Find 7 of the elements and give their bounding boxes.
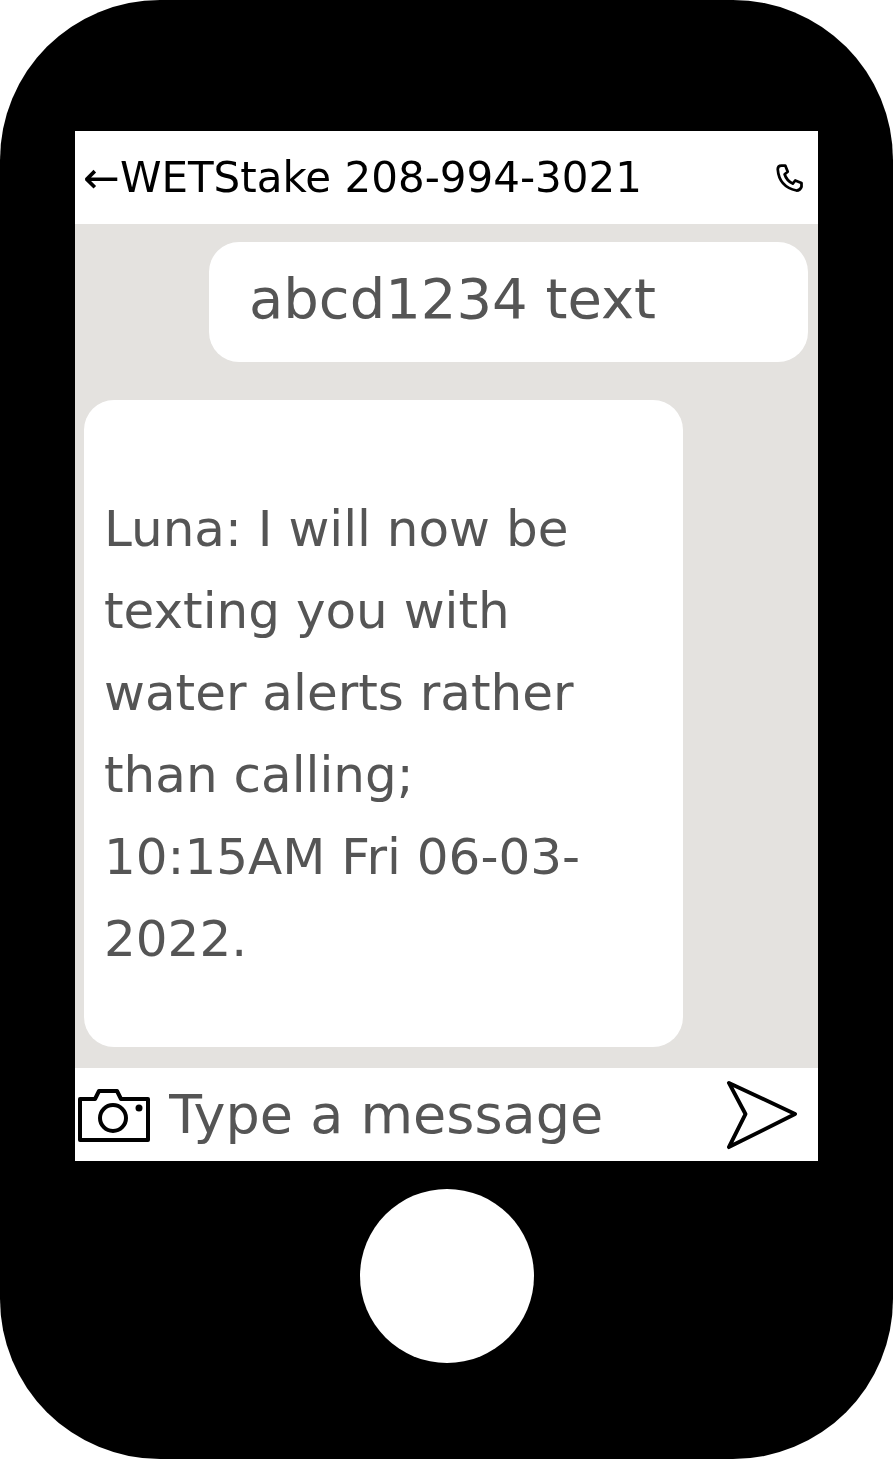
message-bar[interactable]: Type a message: [75, 1068, 818, 1161]
received-message: Luna: I will now be texting you with water alerts rather than calling; 10:15AM Fri 06-03-2022.: [84, 400, 683, 1047]
sent-message: abcd1234 text: [209, 242, 808, 362]
contact-title: WETStake 208-994-3021: [119, 153, 643, 202]
back-button[interactable]: ←: [83, 155, 120, 200]
send-icon[interactable]: [726, 1078, 798, 1151]
camera-icon[interactable]: [77, 1086, 151, 1143]
